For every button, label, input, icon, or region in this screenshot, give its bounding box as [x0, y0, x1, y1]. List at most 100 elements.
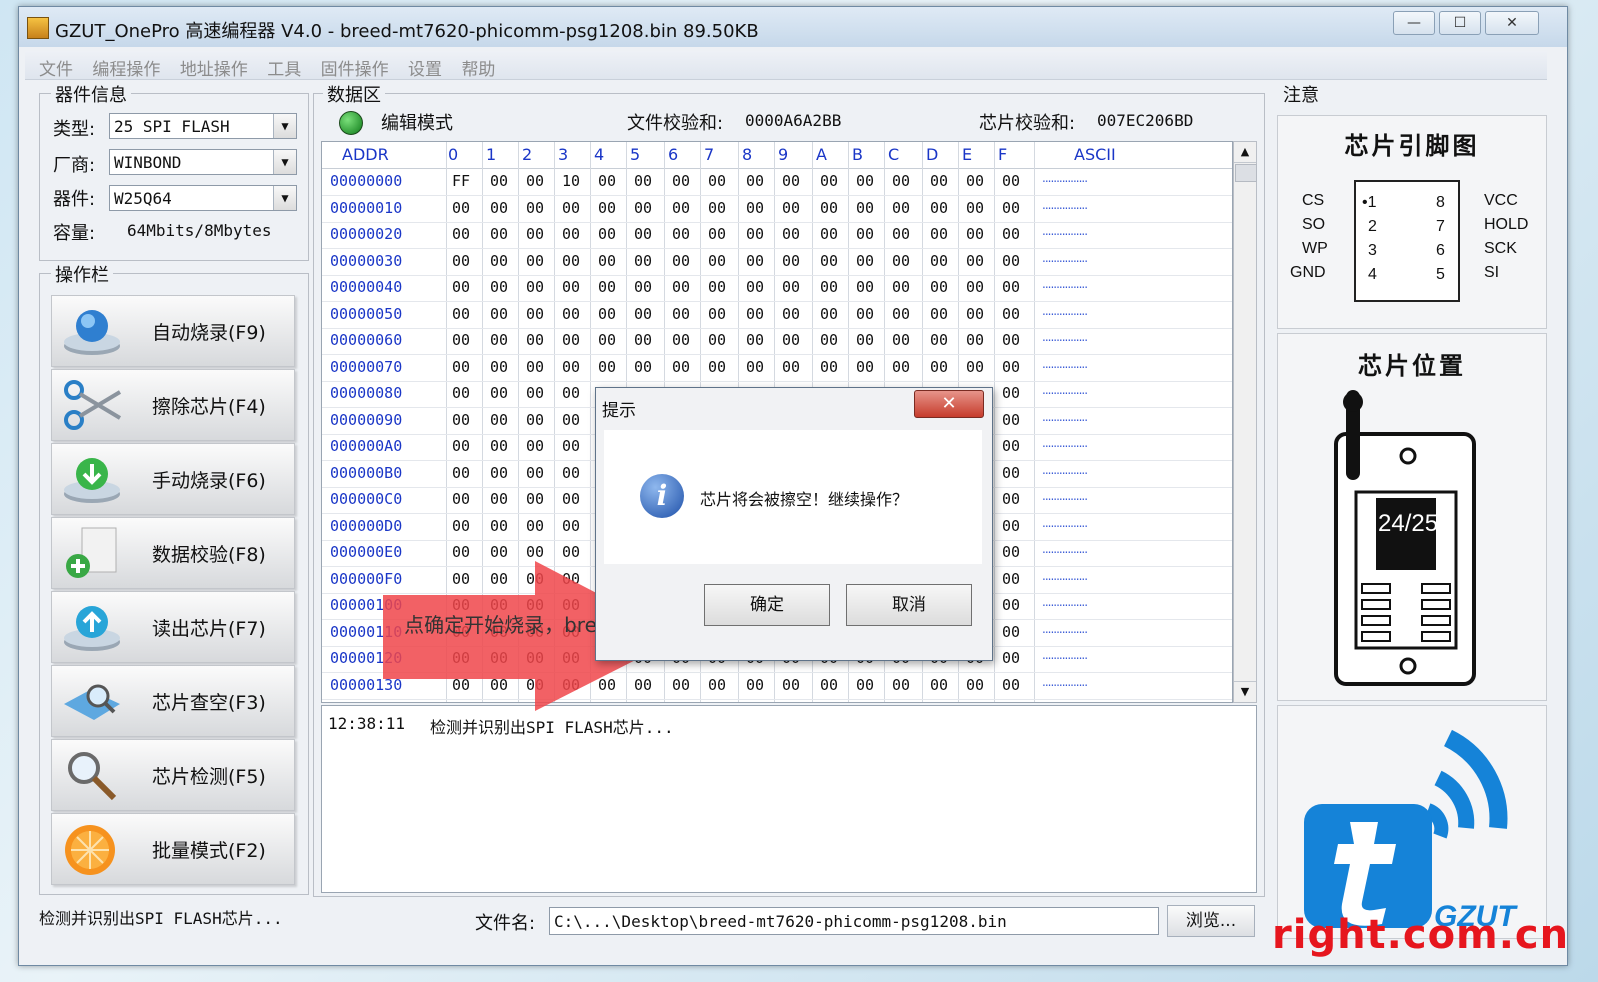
hex-byte[interactable]: 00 — [526, 411, 544, 429]
hex-byte[interactable]: 00 — [966, 676, 984, 694]
hex-byte[interactable]: 00 — [1002, 490, 1020, 508]
hex-byte[interactable]: 00 — [490, 384, 508, 402]
hex-byte[interactable]: 00 — [966, 358, 984, 376]
hex-byte[interactable]: 00 — [1002, 649, 1020, 667]
hex-byte[interactable]: 00 — [1002, 358, 1020, 376]
hex-byte[interactable]: 00 — [1002, 305, 1020, 323]
hex-byte[interactable]: 00 — [452, 358, 470, 376]
hex-byte[interactable]: 00 — [782, 676, 800, 694]
hex-byte[interactable]: 00 — [562, 225, 580, 243]
hex-byte[interactable]: 00 — [966, 172, 984, 190]
hex-byte[interactable]: 00 — [490, 172, 508, 190]
hex-byte[interactable]: 00 — [634, 225, 652, 243]
hex-byte[interactable]: 00 — [634, 172, 652, 190]
menu-program[interactable]: 编程操作 — [92, 55, 160, 80]
scroll-thumb[interactable] — [1235, 164, 1257, 182]
hex-byte[interactable]: 00 — [708, 358, 726, 376]
hex-byte[interactable]: 00 — [1002, 543, 1020, 561]
menu-firmware[interactable]: 固件操作 — [321, 55, 389, 80]
hex-byte[interactable]: 00 — [452, 437, 470, 455]
hex-byte[interactable]: 00 — [526, 464, 544, 482]
hex-byte[interactable]: 00 — [746, 225, 764, 243]
hex-byte[interactable]: 00 — [820, 225, 838, 243]
hex-byte[interactable]: 00 — [930, 305, 948, 323]
hex-byte[interactable]: 00 — [526, 437, 544, 455]
hex-byte[interactable]: 00 — [708, 172, 726, 190]
hex-byte[interactable]: 00 — [598, 252, 616, 270]
hex-byte[interactable]: 00 — [892, 278, 910, 296]
hex-byte[interactable]: 00 — [562, 331, 580, 349]
hex-byte[interactable]: 00 — [708, 305, 726, 323]
hex-byte[interactable]: 00 — [708, 225, 726, 243]
hex-byte[interactable]: 00 — [1002, 278, 1020, 296]
hex-byte[interactable]: 00 — [856, 199, 874, 217]
hex-byte[interactable]: 00 — [634, 199, 652, 217]
hex-byte[interactable]: 00 — [708, 331, 726, 349]
hex-row[interactable]: 00000060 00 00 00 00 00 00 00 00 00 00 00 00 00 00 00 00… — [322, 328, 1232, 355]
hex-byte[interactable]: 00 — [1002, 437, 1020, 455]
hex-byte[interactable]: 00 — [1002, 172, 1020, 190]
hex-byte[interactable]: 00 — [892, 252, 910, 270]
chevron-down-icon[interactable]: ▼ — [273, 114, 296, 138]
hex-byte[interactable]: 00 — [892, 199, 910, 217]
hex-byte[interactable]: 00 — [966, 278, 984, 296]
scroll-down-icon[interactable]: ▼ — [1234, 681, 1256, 702]
hex-byte[interactable]: 00 — [490, 252, 508, 270]
hex-byte[interactable]: 00 — [490, 199, 508, 217]
hex-byte[interactable]: 00 — [598, 172, 616, 190]
hex-byte[interactable]: 00 — [562, 252, 580, 270]
hex-byte[interactable]: 00 — [562, 517, 580, 535]
hex-byte[interactable]: 00 — [452, 199, 470, 217]
hex-byte[interactable]: 00 — [1002, 676, 1020, 694]
hex-byte[interactable]: 00 — [490, 331, 508, 349]
hex-byte[interactable]: 00 — [526, 199, 544, 217]
hex-row[interactable]: 00000010 00 00 00 00 00 00 00 00 00 00 00 00 00 00 00 00… — [322, 196, 1232, 223]
ok-button[interactable]: 确定 — [704, 584, 830, 626]
read-chip-button[interactable]: 读出芯片(F7) — [51, 591, 295, 663]
erase-chip-button[interactable]: 擦除芯片(F4) — [51, 369, 295, 441]
hex-byte[interactable]: 00 — [634, 331, 652, 349]
hex-byte[interactable]: 00 — [634, 358, 652, 376]
hex-byte[interactable]: 00 — [820, 199, 838, 217]
hex-byte[interactable]: 00 — [746, 252, 764, 270]
hex-byte[interactable]: 00 — [490, 225, 508, 243]
hex-byte[interactable]: 00 — [746, 305, 764, 323]
hex-byte[interactable]: 00 — [672, 358, 690, 376]
manual-program-button[interactable]: 手动烧录(F6) — [51, 443, 295, 515]
menu-tools[interactable]: 工具 — [267, 55, 301, 80]
hex-byte[interactable]: 00 — [966, 199, 984, 217]
cancel-button[interactable]: 取消 — [846, 584, 972, 626]
hex-byte[interactable]: 00 — [598, 331, 616, 349]
device-select[interactable]: W25Q64 ▼ — [109, 185, 297, 211]
hex-byte[interactable]: 00 — [930, 199, 948, 217]
hex-byte[interactable]: 00 — [452, 490, 470, 508]
hex-byte[interactable]: 00 — [672, 199, 690, 217]
hex-byte[interactable]: 00 — [930, 331, 948, 349]
hex-byte[interactable]: 00 — [562, 437, 580, 455]
hex-byte[interactable]: 00 — [490, 358, 508, 376]
hex-byte[interactable]: 00 — [856, 358, 874, 376]
hex-byte[interactable]: 00 — [930, 172, 948, 190]
hex-byte[interactable]: 00 — [966, 305, 984, 323]
hex-byte[interactable]: 00 — [452, 517, 470, 535]
batch-mode-button[interactable]: 批量模式(F2) — [51, 813, 295, 885]
hex-byte[interactable]: 00 — [526, 278, 544, 296]
hex-byte[interactable]: 00 — [820, 331, 838, 349]
hex-byte[interactable]: 00 — [634, 252, 652, 270]
hex-byte[interactable]: 00 — [452, 411, 470, 429]
chip-detect-button[interactable]: 芯片检测(F5) — [51, 739, 295, 811]
hex-byte[interactable]: 00 — [452, 384, 470, 402]
hex-byte[interactable]: 00 — [452, 331, 470, 349]
hex-byte[interactable]: 10 — [562, 172, 580, 190]
hex-byte[interactable]: 00 — [746, 331, 764, 349]
hex-scrollbar[interactable]: ▲ ▼ — [1233, 141, 1257, 703]
hex-byte[interactable]: 00 — [634, 305, 652, 323]
hex-byte[interactable]: 00 — [782, 252, 800, 270]
hex-byte[interactable]: 00 — [1002, 570, 1020, 588]
hex-byte[interactable]: 00 — [966, 225, 984, 243]
hex-byte[interactable]: 00 — [526, 305, 544, 323]
hex-byte[interactable]: 00 — [820, 676, 838, 694]
hex-row[interactable]: 00000000 FF 00 00 10 00 00 00 00 00 00 00 00 00 00 00 00… — [322, 169, 1232, 196]
close-button[interactable]: ✕ — [1485, 11, 1539, 35]
hex-byte[interactable]: 00 — [452, 464, 470, 482]
